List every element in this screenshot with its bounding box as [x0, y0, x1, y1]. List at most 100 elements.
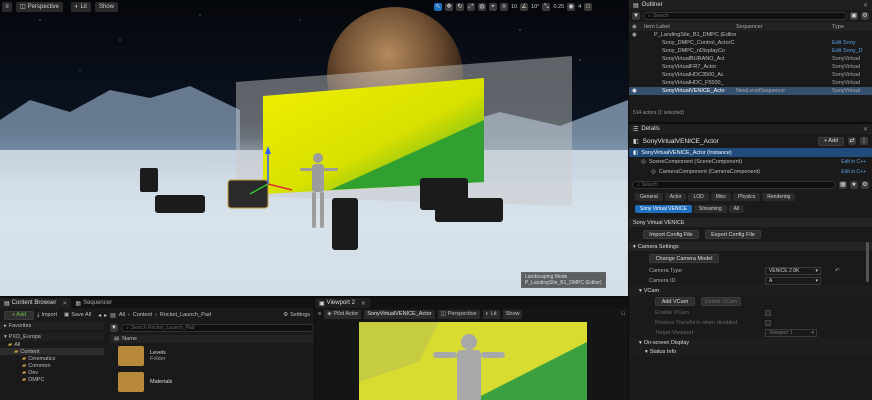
camera-speed-value[interactable]: 4 — [578, 3, 581, 11]
tree-item[interactable]: ▰ Cinematics — [0, 355, 104, 362]
favorite-icon[interactable]: ★ — [850, 181, 858, 189]
close-icon[interactable]: ✕ — [361, 300, 366, 307]
close-icon[interactable]: ✕ — [62, 300, 67, 307]
perspective-button[interactable]: ◫ Perspective — [16, 2, 64, 12]
filter-icon[interactable]: ▼ — [110, 323, 118, 332]
viewport-menu-button[interactable]: ≡ — [2, 2, 12, 12]
filter-tab[interactable]: Rendering — [762, 193, 796, 201]
viewport-menu-icon[interactable]: ≡ — [318, 311, 321, 317]
close-icon[interactable]: ✕ — [863, 126, 868, 133]
outliner-tab[interactable]: ▤ Outliner ✕ — [629, 0, 872, 10]
add-vcam-button[interactable]: Add VCam — [655, 297, 695, 306]
world-icon[interactable]: ◍ — [478, 3, 486, 11]
section-status-info[interactable]: ▾ Status Info — [629, 347, 872, 356]
breadcrumb-item[interactable]: Rocket_Launch_Pad — [160, 312, 211, 318]
select-icon[interactable]: ⇖ — [434, 3, 442, 11]
rotate-icon[interactable]: ↻ — [456, 3, 464, 11]
filter-tab[interactable]: All — [728, 205, 745, 213]
outliner-row[interactable]: ◉ P_LandingSite_B1_DMPC (Editor) — [629, 31, 872, 39]
outliner-row[interactable]: SonyVirtualBURANO_Act SonyVirtual — [629, 55, 872, 63]
edit-in-cpp-link[interactable]: Edit in C++ — [841, 169, 872, 175]
project-row[interactable]: ▾ PXD_Europa — [0, 333, 104, 341]
close-icon[interactable]: ✕ — [863, 2, 868, 9]
maximize-icon[interactable]: □ — [584, 3, 593, 11]
restore-transform-checkbox[interactable] — [765, 320, 771, 326]
viewport2-render[interactable] — [359, 322, 587, 400]
export-config-button[interactable]: Export Config File — [705, 230, 761, 239]
blueprint-icon[interactable]: ⇄ — [848, 137, 856, 145]
maximize-icon[interactable]: □ — [622, 311, 625, 317]
details-scrollbar[interactable] — [866, 242, 869, 282]
outliner-search-input[interactable]: ⌕ Search — [643, 12, 847, 20]
scale-snap-value[interactable]: 0.25 — [553, 3, 564, 11]
visibility-icon[interactable]: ◉ — [632, 88, 644, 94]
camera-type-select[interactable]: VENICE 2 8K ▾ — [765, 267, 821, 275]
reset-icon[interactable]: ↶ — [835, 268, 840, 274]
grid-view-icon[interactable]: ▦ — [839, 181, 847, 189]
filter-tab[interactable]: Streaming — [693, 205, 727, 213]
lit-button[interactable]: ◐ Lit — [482, 309, 500, 319]
enable-vcam-checkbox[interactable] — [765, 310, 771, 316]
filter-tab[interactable]: General — [635, 193, 663, 201]
angle-snap-value[interactable]: 10° — [531, 3, 539, 11]
outliner-row[interactable]: SonyVirtualFR7_Actor SonyVirtual — [629, 63, 872, 71]
section-sony-virtual-venice[interactable]: Sony Virtual VENICE — [629, 218, 872, 227]
name-column-header[interactable]: ▤ Name — [110, 335, 314, 343]
section-onscreen-display[interactable]: ▾ On-screen Display — [629, 338, 872, 347]
filter-tab[interactable]: Sony Virtual VENICE — [635, 205, 692, 213]
pilot-actor-button[interactable]: ◈ Pilot Actor — [324, 309, 362, 319]
add-folder-icon[interactable]: ▣ — [850, 12, 858, 20]
sequencer-tab[interactable]: ▦ Sequencer — [71, 298, 116, 308]
settings-button[interactable]: ⚙ Settings — [283, 312, 310, 318]
component-row[interactable]: ◎ SceneComponent (SceneComponent) Edit in … — [629, 157, 872, 167]
forward-icon[interactable]: ▸ — [104, 312, 107, 319]
outliner-row[interactable]: ◉ SonyVirtualVENICE_Acto NewLevelSequence S… — [629, 87, 872, 95]
camera-id-select[interactable]: A ▾ — [765, 277, 821, 285]
tree-item[interactable]: ▰ All — [0, 341, 104, 348]
breadcrumb-item[interactable]: Content — [133, 312, 152, 318]
section-vcam[interactable]: ▾ VCam — [629, 286, 872, 295]
save-all-button[interactable]: ▣ Save All — [64, 312, 91, 318]
perspective-button[interactable]: ◫ Perspective — [437, 309, 480, 319]
target-viewport-select[interactable]: Viewport 1 ▾ — [765, 329, 817, 337]
camera-speed-icon[interactable]: ◉ — [567, 3, 576, 11]
change-camera-model-button[interactable]: Change Camera Model — [649, 254, 719, 263]
visibility-icon[interactable]: ◉ — [632, 32, 644, 38]
surface-snap-icon[interactable]: ⌖ — [489, 3, 497, 11]
outliner-row[interactable]: SonyVirtualHDC3500_Ac SonyVirtual — [629, 71, 872, 79]
folder-item[interactable]: Materials — [110, 369, 314, 395]
lit-button[interactable]: ◐ Lit — [71, 2, 91, 12]
filter-icon[interactable]: ▼ — [632, 12, 640, 20]
move-icon[interactable]: ✥ — [445, 3, 453, 11]
filter-tab[interactable]: Physics — [733, 193, 761, 201]
tree-item[interactable]: ▰ Dev — [0, 369, 104, 376]
grid-snap-icon[interactable]: # — [500, 3, 508, 11]
section-camera-settings[interactable]: ▾ Camera Settings — [629, 242, 872, 251]
import-config-button[interactable]: Import Config File — [643, 230, 699, 239]
grid-snap-value[interactable]: 10 — [511, 3, 517, 11]
settings-icon[interactable]: ⚙ — [861, 12, 869, 20]
add-component-button[interactable]: + Add — [818, 136, 844, 146]
outliner-row[interactable]: SonyVirtualHDC_F5500_ SonyVirtual — [629, 79, 872, 87]
back-icon[interactable]: ◂ — [98, 312, 101, 319]
breadcrumb-item[interactable]: All — [119, 312, 125, 318]
scale-icon[interactable]: ⤢ — [467, 3, 475, 11]
show-button[interactable]: Show — [95, 2, 119, 12]
main-viewport[interactable]: ≡ ◫ Perspective ◐ Lit Show ⇖ ✥ ↻ ⤢ ◍ ⌖ # 1… — [0, 0, 628, 296]
filter-tab[interactable]: Misc — [710, 193, 732, 201]
add-button[interactable]: + Add — [4, 310, 34, 320]
content-search-input[interactable]: ⌕ Search Rocket_Launch_Pad — [121, 323, 314, 332]
viewport2-tab[interactable]: ▣ Viewport 2 ✕ — [315, 298, 370, 308]
tree-item[interactable]: ▰ DMPC — [0, 376, 104, 383]
favorites-row[interactable]: ▸ Favorites — [0, 322, 104, 330]
folder-item[interactable]: Levels Folder — [110, 343, 314, 369]
edit-in-cpp-link[interactable]: Edit in C++ — [841, 159, 872, 165]
filter-tab[interactable]: Actor — [664, 193, 687, 201]
show-button[interactable]: Show — [502, 309, 523, 319]
delete-vcam-button[interactable]: Delete VCam — [701, 297, 741, 306]
settings-icon[interactable]: ⚙ — [861, 181, 869, 189]
scale-snap-icon[interactable]: ⤡ — [542, 3, 551, 11]
instance-row[interactable]: ◧ SonyVirtualVENICE_Actor (Instance) — [629, 148, 872, 157]
options-icon[interactable]: ⋮ — [860, 137, 868, 145]
tree-item[interactable]: ▰ Common — [0, 362, 104, 369]
